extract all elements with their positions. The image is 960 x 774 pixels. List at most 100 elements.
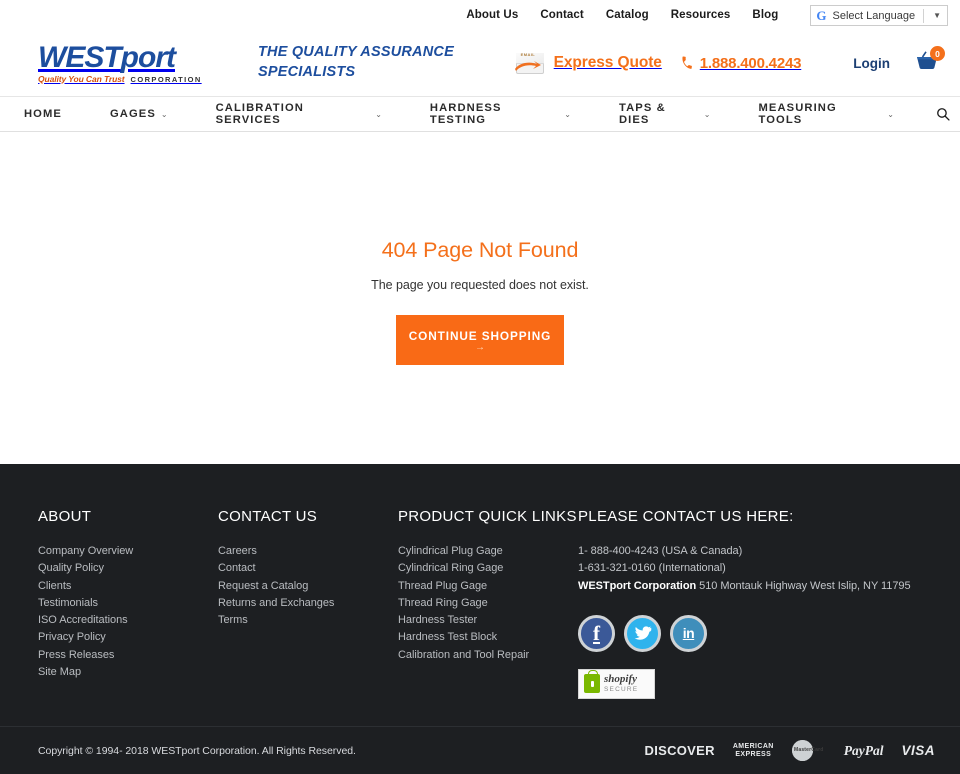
main-navigation: HOME GAGES ⌄ CALIBRATION SERVICES ⌄ HARD…	[0, 96, 960, 132]
orange-arrow-icon	[514, 61, 541, 71]
nav-item-measuring-tools[interactable]: MEASURING TOOLS ⌄	[735, 102, 919, 126]
social-links: f in	[578, 614, 918, 652]
logo-corporation: CORPORATION	[130, 74, 202, 84]
logo-wordmark: WESTport	[38, 40, 218, 74]
footer-street-address: 510 Montauk Highway West Islip, NY 11795	[696, 579, 911, 592]
phone-icon	[682, 56, 692, 69]
cart-count-badge: 0	[930, 46, 945, 61]
nav-label: HOME	[24, 108, 62, 120]
email-envelope-icon: EMAIL	[513, 50, 547, 76]
footer-link-iso-accreditations[interactable]: ISO Accreditations	[38, 612, 218, 629]
shopify-name: shopify	[604, 673, 637, 686]
shopify-badge-text: shopify SECURE	[604, 674, 638, 694]
logo-subline: Quality You Can Trust CORPORATION	[38, 74, 218, 84]
nav-item-hardness-testing[interactable]: HARDNESS TESTING ⌄	[406, 102, 595, 126]
footer-phone-usa: 1- 888-400-4243 (USA & Canada)	[578, 545, 743, 557]
nav-label: GAGES	[109, 108, 156, 120]
twitter-icon[interactable]	[624, 614, 661, 652]
footer-link-quality-policy[interactable]: Quality Policy	[38, 560, 218, 577]
footer-column-about: ABOUT Company Overview Quality Policy Cl…	[38, 508, 218, 726]
footer-link-cylindrical-plug-gage[interactable]: Cylindrical Plug Gage	[398, 543, 578, 560]
continue-shopping-label: CONTINUE SHOPPING	[408, 328, 552, 343]
phone-link[interactable]: 1.888.400.4243	[680, 55, 801, 72]
footer-link-calibration-tool-repair[interactable]: Calibration and Tool Repair	[398, 647, 578, 664]
login-link[interactable]: Login	[853, 56, 890, 71]
nav-item-gages[interactable]: GAGES ⌄	[86, 108, 192, 120]
linkedin-icon[interactable]: in	[670, 614, 707, 652]
footer-column-contact: CONTACT US Careers Contact Request a Cat…	[218, 508, 398, 726]
top-nav-resources[interactable]: Resources	[671, 9, 731, 21]
footer-link-careers[interactable]: Careers	[218, 543, 398, 560]
footer-link-thread-ring-gage[interactable]: Thread Ring Gage	[398, 595, 578, 612]
footer-link-site-map[interactable]: Site Map	[38, 664, 218, 681]
nav-label: CALIBRATION SERVICES	[215, 102, 304, 126]
chevron-down-icon: ⌄	[564, 109, 571, 119]
header-right-group: EMAIL Express Quote 1.888.400.4243 Login	[513, 46, 945, 76]
logo-port: port	[120, 40, 176, 74]
footer-link-clients[interactable]: Clients	[38, 578, 218, 595]
header-tagline: THE QUALITY ASSURANCE SPECIALISTS	[258, 44, 454, 80]
page-title: 404 Page Not Found	[381, 238, 579, 262]
top-nav: About Us Contact Catalog Resources Blog	[466, 8, 778, 21]
express-quote-label: Express Quote	[553, 54, 662, 71]
footer-link-contact[interactable]: Contact	[218, 560, 398, 577]
visa-logo: VISA	[901, 743, 935, 758]
footer-address: WESTport Corporation 510 Montauk Highway…	[578, 578, 918, 595]
site-logo[interactable]: WESTport Quality You Can Trust CORPORATI…	[38, 40, 218, 84]
nav-label: TAPS & DIES	[618, 102, 666, 126]
footer-link-terms[interactable]: Terms	[218, 612, 398, 629]
top-utility-bar: About Us Contact Catalog Resources Blog …	[0, 0, 960, 30]
nav-item-calibration-services[interactable]: CALIBRATION SERVICES ⌄	[192, 102, 406, 126]
search-button[interactable]	[918, 107, 960, 121]
nav-label: MEASURING TOOLS	[758, 102, 837, 126]
site-header: WESTport Quality You Can Trust CORPORATI…	[0, 30, 960, 96]
nav-item-home[interactable]: HOME	[0, 108, 86, 120]
top-nav-catalog[interactable]: Catalog	[606, 9, 649, 21]
twitter-bird-glyph	[634, 626, 651, 640]
top-nav-about-us[interactable]: About Us	[466, 9, 518, 21]
language-selector-label: Select Language	[832, 9, 916, 22]
footer-column-products: PRODUCT QUICK LINKS Cylindrical Plug Gag…	[398, 508, 578, 726]
footer-column-contact-info: PLEASE CONTACT US HERE: 1- 888-400-4243 …	[578, 508, 918, 726]
chevron-down-icon: ⌄	[703, 109, 711, 119]
footer-link-returns-exchanges[interactable]: Returns and Exchanges	[218, 595, 398, 612]
top-nav-blog[interactable]: Blog	[752, 9, 778, 21]
copyright-text: Copyright © 1994- 2018 WESTport Corporat…	[38, 744, 356, 757]
footer-phone-international: 1-631-321-0160 (International)	[578, 562, 726, 575]
nav-label: HARDNESS TESTING	[429, 102, 502, 126]
language-selector[interactable]: G Select Language ▼	[810, 5, 948, 26]
footer-link-press-releases[interactable]: Press Releases	[38, 647, 218, 664]
green-lock-icon	[584, 670, 600, 694]
footer-link-request-catalog[interactable]: Request a Catalog	[218, 578, 398, 595]
mastercard-logo: MasterCard	[791, 740, 826, 761]
main-content: 404 Page Not Found The page you requeste…	[0, 132, 960, 464]
cart-button[interactable]: 0	[914, 46, 945, 76]
footer-bottom-bar: Copyright © 1994- 2018 WESTport Corporat…	[0, 726, 960, 774]
footer-link-testimonials[interactable]: Testimonials	[38, 595, 218, 612]
page-root: About Us Contact Catalog Resources Blog …	[0, 0, 960, 774]
chevron-down-icon: ⌄	[375, 109, 382, 119]
footer-link-cylindrical-ring-gage[interactable]: Cylindrical Ring Gage	[398, 560, 578, 577]
error-message: The page you requested does not exist.	[371, 278, 589, 292]
footer-link-privacy-policy[interactable]: Privacy Policy	[38, 629, 218, 646]
footer-link-hardness-test-block[interactable]: Hardness Test Block	[398, 629, 578, 646]
facebook-icon[interactable]: f	[578, 614, 615, 652]
shopify-secure-label: SECURE	[604, 686, 639, 694]
continue-shopping-button[interactable]: CONTINUE SHOPPING →	[396, 315, 564, 365]
chevron-down-icon: ⌄	[887, 109, 894, 119]
discover-logo: DISCOVER	[644, 743, 715, 758]
footer-link-thread-plug-gage[interactable]: Thread Plug Gage	[398, 578, 578, 595]
nav-item-taps-and-dies[interactable]: TAPS & DIES ⌄	[595, 102, 735, 126]
footer-heading-contact-info: PLEASE CONTACT US HERE:	[578, 508, 794, 525]
express-quote-link[interactable]: EMAIL Express Quote	[513, 50, 662, 76]
footer-heading-about: ABOUT	[38, 508, 92, 525]
footer-link-company-overview[interactable]: Company Overview	[38, 543, 218, 560]
top-nav-contact[interactable]: Contact	[540, 9, 584, 21]
paypal-logo: PayPal	[843, 742, 884, 758]
footer-heading-products: PRODUCT QUICK LINKS	[398, 508, 577, 525]
amex-logo: AMERICAN EXPRESS	[732, 742, 774, 758]
footer-link-hardness-tester[interactable]: Hardness Tester	[398, 612, 578, 629]
footer-company-name: WESTport Corporation	[578, 579, 697, 592]
arrow-right-icon: →	[475, 341, 485, 353]
chevron-down-icon[interactable]: ▼	[930, 11, 944, 20]
